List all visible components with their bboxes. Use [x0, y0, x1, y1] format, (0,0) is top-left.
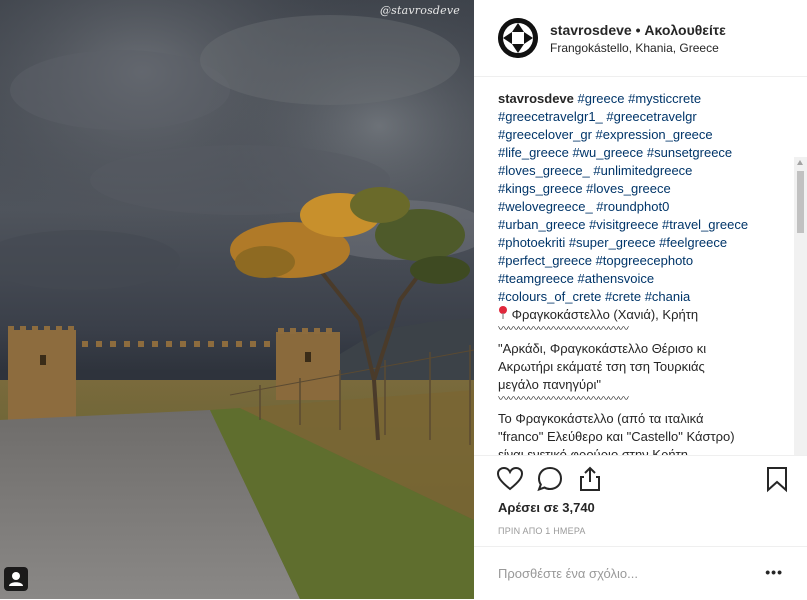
bookmark-icon[interactable]	[763, 465, 791, 493]
hashtag-line[interactable]: #photoekriti #super_greece #feelgreece	[498, 234, 788, 252]
user-tag-icon[interactable]	[4, 567, 28, 591]
hashtag-line[interactable]: #greece #mysticcrete	[578, 91, 702, 106]
like-heart-icon[interactable]	[496, 465, 524, 493]
caption-location-line: Φραγκοκάστελλο (Χανιά), Κρήτη	[498, 306, 788, 324]
hashtag-line[interactable]: #loves_greece_ #unlimitedgreece	[498, 162, 788, 180]
caption-first-line: stavrosdeve #greece #mysticcrete	[498, 90, 788, 108]
caption-username[interactable]: stavrosdeve	[498, 91, 574, 106]
follow-status-button[interactable]: Ακολουθείτε	[644, 22, 725, 38]
body-line: Το Φραγκοκάστελλο (από τα ιταλικά	[498, 411, 704, 426]
quote-line: μεγάλο πανηγύρι"	[498, 377, 601, 392]
body-line: είναι ενετικό φρούριο στην Κρήτη.	[498, 447, 692, 455]
caption: stavrosdeve #greece #mysticcrete #greece…	[498, 90, 788, 455]
hashtag-line[interactable]: #greecetravelgr1_ #greecetravelgr	[498, 108, 788, 126]
caption-scroll-area[interactable]: stavrosdeve #greece #mysticcrete #greece…	[474, 77, 807, 455]
more-options-icon[interactable]: •••	[765, 564, 783, 580]
post-timestamp[interactable]: ΠΡΙΝ ΑΠΟ 1 ΗΜΕΡΑ	[498, 526, 586, 536]
post-photo[interactable]: @stavrosdeve	[0, 0, 474, 599]
comment-bubble-icon[interactable]	[536, 465, 564, 493]
wavy-divider: 〰〰〰〰〰〰〰〰〰〰〰〰〰	[498, 324, 629, 334]
quote-line: Ακρωτήρι εκάματέ τση τση Τουρκιάς	[498, 359, 705, 374]
avatar[interactable]	[498, 18, 538, 58]
post-sidebar: stavrosdeve • Ακολουθείτε Frangokástello…	[474, 0, 807, 599]
pin-icon	[498, 306, 508, 322]
share-upload-icon[interactable]	[576, 465, 604, 493]
location-link[interactable]: Frangokástello, Khania, Greece	[550, 41, 719, 55]
caption-location-text: Φραγκοκάστελλο (Χανιά), Κρήτη	[511, 307, 699, 322]
likes-count[interactable]: Αρέσει σε 3,740	[498, 500, 595, 515]
hashtag-line[interactable]: #perfect_greece #topgreecephoto	[498, 252, 788, 270]
header-separator: •	[631, 22, 645, 38]
hashtag-line[interactable]: #welovegreece_ #roundphot0	[498, 198, 788, 216]
hashtag-line[interactable]: #greecelover_gr #expression_greece	[498, 126, 788, 144]
header-username[interactable]: stavrosdeve	[550, 22, 632, 38]
aperture-logo-icon	[498, 18, 538, 58]
hashtag-line[interactable]: #urban_greece #visitgreece #travel_greec…	[498, 216, 788, 234]
comment-section: Προσθέστε ένα σχόλιο... •••	[474, 546, 807, 600]
post-header: stavrosdeve • Ακολουθείτε Frangokástello…	[474, 0, 807, 77]
quote-line: "Αρκάδι, Φραγκοκάστελλο Θέρισο κι	[498, 341, 707, 356]
scrollbar-thumb[interactable]	[797, 171, 804, 233]
photo-watermark: @stavrosdeve	[379, 4, 460, 17]
add-comment-input[interactable]: Προσθέστε ένα σχόλιο...	[498, 566, 638, 581]
wavy-divider: 〰〰〰〰〰〰〰〰〰〰〰〰〰	[498, 394, 629, 404]
caption-scrollbar[interactable]	[794, 157, 807, 455]
scroll-up-arrow-icon[interactable]	[797, 160, 803, 165]
hashtag-line[interactable]: #colours_of_crete #crete #chania	[498, 288, 788, 306]
hashtag-line[interactable]: #kings_greece #loves_greece	[498, 180, 788, 198]
hashtag-line[interactable]: #life_greece #wu_greece #sunsetgreece	[498, 144, 788, 162]
header-title: stavrosdeve • Ακολουθείτε	[550, 22, 726, 38]
photo-image	[0, 0, 474, 599]
body-line: "franco" Ελεύθερο και "Castello" Κάστρο)	[498, 429, 735, 444]
hashtag-line[interactable]: #teamgreece #athensvoice	[498, 270, 788, 288]
